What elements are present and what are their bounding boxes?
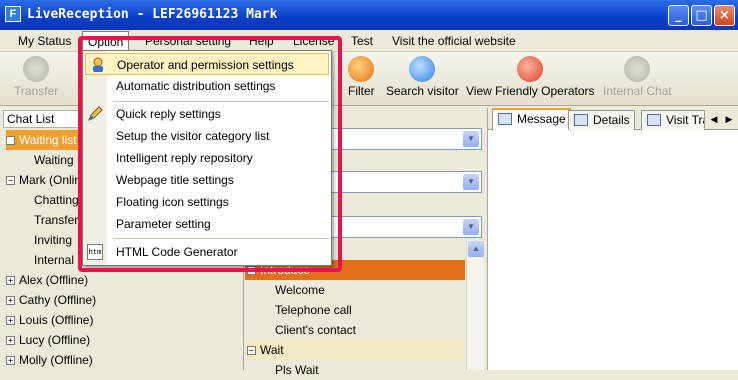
internal-chat-button[interactable]: Internal Chat xyxy=(603,56,672,98)
reply-clients-contact[interactable]: Client's contact xyxy=(275,320,356,340)
tree-row-mark[interactable]: − Mark (Online) xyxy=(6,170,92,190)
menu-separator xyxy=(113,238,329,239)
tree-row-molly[interactable]: + Molly (Offline) xyxy=(6,350,93,370)
menu-test[interactable]: Test xyxy=(347,33,377,49)
maximize-button[interactable]: □ xyxy=(691,5,712,26)
view-friendly-operators-button[interactable]: View Friendly Operators xyxy=(466,56,595,98)
search-visitor-button[interactable]: Search visitor xyxy=(386,56,459,98)
view-friendly-operators-label: View Friendly Operators xyxy=(466,84,595,98)
menu-official-website[interactable]: Visit the official website xyxy=(388,33,520,49)
menu-visitor-category-list[interactable]: Setup the visitor category list xyxy=(83,125,331,147)
transfer-label: Transfer xyxy=(14,84,59,98)
menu-my-status[interactable]: My Status xyxy=(14,33,75,49)
tree-row-waiting[interactable]: Waiting xyxy=(34,150,74,170)
menu-operator-permission-settings[interactable]: Operator and permission settings xyxy=(85,53,329,75)
expand-icon[interactable]: + xyxy=(6,356,15,366)
menu-option[interactable]: Option xyxy=(82,31,130,52)
tab-details[interactable]: Details xyxy=(568,110,635,130)
window-title: LiveReception - LEF26961123 Mark xyxy=(27,7,278,22)
expand-icon[interactable]: + xyxy=(6,296,15,306)
search-visitor-label: Search visitor xyxy=(386,84,459,98)
search-visitor-icon xyxy=(409,56,436,82)
tab-scroll-right-icon[interactable]: ▶ xyxy=(722,111,736,127)
menu-intelligent-reply-repository[interactable]: Intelligent reply repository xyxy=(83,147,331,169)
minimize-button[interactable]: _ xyxy=(668,5,689,26)
category-wait[interactable]: − Wait xyxy=(245,340,465,360)
transfer-button[interactable]: Transfer xyxy=(14,56,58,98)
scroll-up-icon[interactable]: ▲ xyxy=(468,241,484,257)
filter-button[interactable]: Filter xyxy=(348,56,375,98)
tree-row-chatting[interactable]: Chatting xyxy=(34,190,79,210)
title-bar: F LiveReception - LEF26961123 Mark _ □ × xyxy=(0,0,738,30)
expand-icon[interactable]: + xyxy=(6,336,15,346)
internal-chat-label: Internal Chat xyxy=(603,84,672,98)
filter-icon xyxy=(348,56,375,82)
collapse-icon[interactable]: − xyxy=(247,266,256,276)
tab-strip: Message Details Visit Trail ◀ ▶ xyxy=(488,108,738,131)
expand-icon[interactable]: + xyxy=(6,316,15,326)
reply-telephone-call[interactable]: Telephone call xyxy=(275,300,352,320)
close-button[interactable]: × xyxy=(714,5,735,26)
tab-scroll-left-icon[interactable]: ◀ xyxy=(707,111,721,127)
tree-row-alex[interactable]: + Alex (Offline) xyxy=(6,270,88,290)
menu-quick-reply-settings[interactable]: Quick reply settings xyxy=(83,103,331,125)
message-icon xyxy=(498,113,512,125)
collapse-icon[interactable]: − xyxy=(6,136,15,146)
menu-automatic-distribution-settings[interactable]: Automatic distribution settings xyxy=(83,75,331,97)
conversation-panel: Message Details Visit Trail ◀ ▶ xyxy=(487,108,738,370)
pencil-icon xyxy=(88,106,103,121)
chevron-down-icon[interactable]: ▼ xyxy=(463,174,479,190)
quick-reply-scrollbar[interactable]: ▲ xyxy=(466,240,484,370)
menu-separator xyxy=(113,101,329,102)
chevron-down-icon[interactable]: ▼ xyxy=(463,219,479,235)
menu-help[interactable]: Help xyxy=(245,33,278,49)
tree-row-louis[interactable]: + Louis (Offline) xyxy=(6,310,93,330)
collapse-icon[interactable]: − xyxy=(247,346,256,356)
html-file-icon: htm xyxy=(87,244,103,260)
operators-icon xyxy=(517,56,544,82)
operator-icon xyxy=(93,57,103,72)
menu-parameter-setting[interactable]: Parameter setting xyxy=(83,213,331,235)
tree-row-inviting[interactable]: Inviting xyxy=(34,230,72,250)
chevron-down-icon[interactable]: ▼ xyxy=(463,131,479,147)
app-icon: F xyxy=(5,6,21,22)
tree-row-cathy[interactable]: + Cathy (Offline) xyxy=(6,290,96,310)
expand-icon[interactable]: + xyxy=(6,276,15,286)
menu-personal-setting[interactable]: Personal setting xyxy=(141,33,235,49)
menu-bar: My Status Option Personal setting Help L… xyxy=(0,30,738,52)
internal-chat-icon xyxy=(624,56,651,82)
reply-welcome[interactable]: Welcome xyxy=(275,280,325,300)
tree-row-lucy[interactable]: + Lucy (Offline) xyxy=(6,330,90,350)
menu-webpage-title-settings[interactable]: Webpage title settings xyxy=(83,169,331,191)
menu-html-code-generator[interactable]: htm HTML Code Generator xyxy=(83,241,331,263)
reply-pls-wait[interactable]: Pls Wait xyxy=(275,360,319,380)
filter-label: Filter xyxy=(348,84,375,98)
details-icon xyxy=(574,114,588,126)
tab-visit-trail[interactable]: Visit Trail xyxy=(641,110,705,130)
collapse-icon[interactable]: − xyxy=(6,176,15,186)
menu-floating-icon-settings[interactable]: Floating icon settings xyxy=(83,191,331,213)
menu-license[interactable]: License xyxy=(289,33,338,49)
visit-trail-icon xyxy=(647,114,661,126)
tab-message[interactable]: Message xyxy=(492,108,571,131)
transfer-icon xyxy=(23,56,50,82)
option-menu: Operator and permission settings Automat… xyxy=(82,50,332,266)
